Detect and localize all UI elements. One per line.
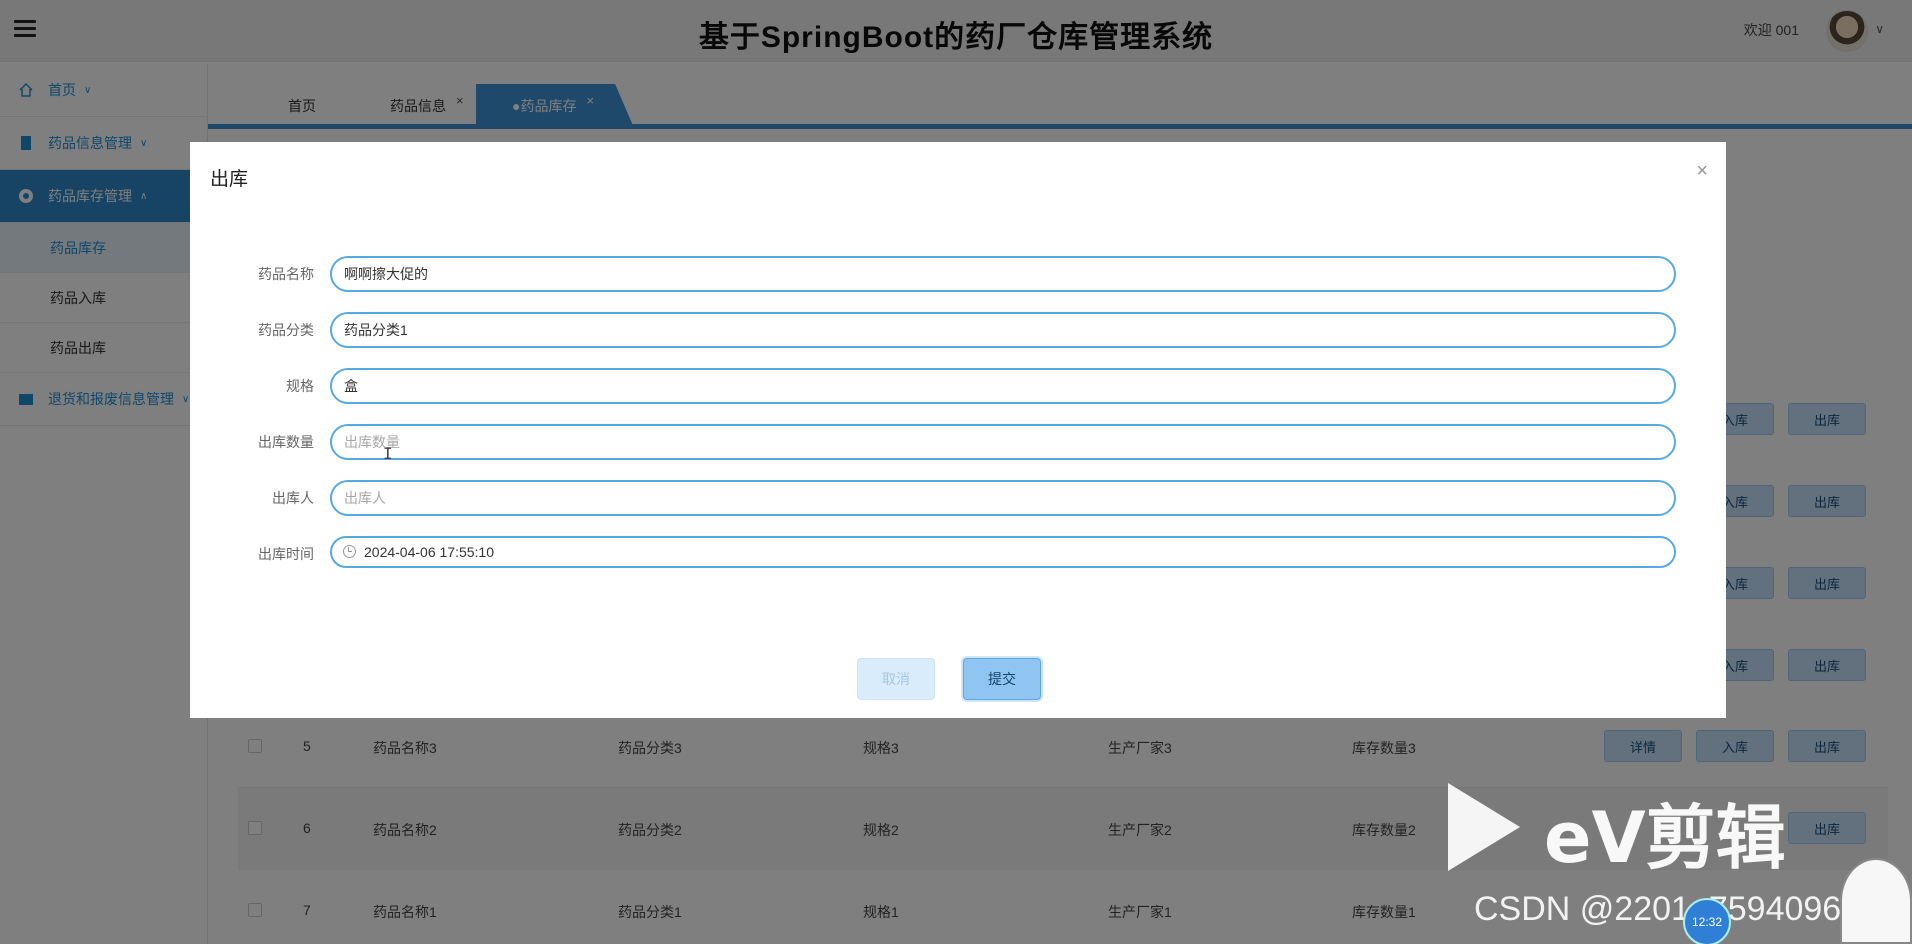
mascot-icon — [1840, 858, 1912, 944]
form-row-out-person: 出库人 — [190, 480, 1726, 516]
drug-name-input[interactable] — [330, 256, 1676, 292]
text-cursor-icon: I — [383, 444, 393, 463]
form-row-drug-name: 药品名称 — [190, 256, 1726, 292]
drug-category-label: 药品分类 — [258, 322, 314, 338]
spec-label: 规格 — [286, 378, 314, 394]
out-person-label: 出库人 — [272, 490, 314, 506]
dialog-title: 出库 — [210, 169, 249, 190]
watermark-brand: eV剪辑 — [1544, 797, 1786, 879]
out-person-input[interactable] — [330, 480, 1676, 516]
form-row-spec: 规格 — [190, 368, 1726, 404]
close-icon[interactable]: × — [1696, 160, 1708, 183]
cancel-button[interactable]: 取消 — [857, 658, 935, 700]
watermark-csdn: CSDN @2201_75940964 — [1474, 890, 1861, 928]
stock-out-dialog: 出库 × 药品名称 药品分类 规格 出库数量 出库人 出库时间 I 取消 提交 — [190, 142, 1726, 718]
out-time-picker[interactable] — [330, 536, 1676, 568]
form-row-drug-category: 药品分类 — [190, 312, 1726, 348]
submit-button[interactable]: 提交 — [963, 658, 1041, 700]
form-row-out-quantity: 出库数量 — [190, 424, 1726, 460]
out-quantity-input[interactable] — [330, 424, 1676, 460]
clock-icon — [343, 545, 356, 558]
drug-name-label: 药品名称 — [258, 266, 314, 282]
spec-input[interactable] — [330, 368, 1676, 404]
recording-timer: 12:32 — [1683, 898, 1731, 944]
form-row-out-time: 出库时间 — [190, 536, 1726, 572]
play-logo-icon — [1448, 783, 1520, 871]
drug-category-input[interactable] — [330, 312, 1676, 348]
out-quantity-label: 出库数量 — [258, 434, 314, 450]
out-time-label: 出库时间 — [258, 546, 314, 562]
